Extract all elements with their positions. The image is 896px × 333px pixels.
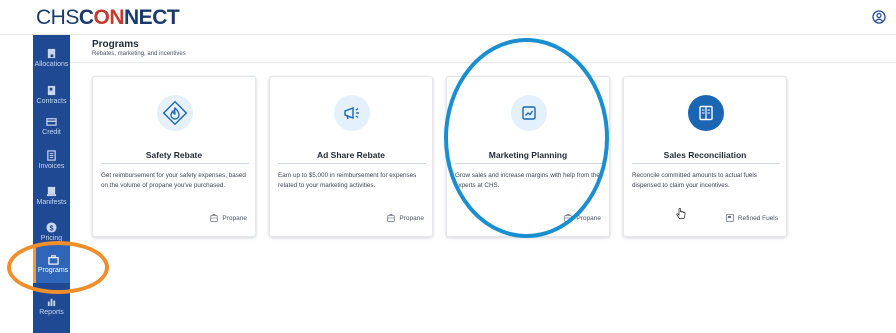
card-tag-label: Refined Fuels [737, 214, 778, 222]
svg-text:$: $ [49, 223, 53, 232]
hand-pointer-icon [676, 208, 686, 219]
card-tag-label: Propane [222, 214, 247, 222]
card-icon-badge [334, 95, 370, 131]
page-title: Programs [92, 39, 139, 50]
program-card-safety-rebate[interactable]: Safety Rebate Get reimbursement for your… [92, 76, 256, 237]
chs-connect-logo[interactable]: CHSCONNECT [36, 6, 180, 30]
fuel-tank-icon [387, 214, 396, 222]
card-tag: Propane [387, 214, 424, 222]
credit-card-icon [46, 118, 57, 126]
sidebar-item-label: Reports [39, 309, 64, 316]
card-title: Marketing Planning [488, 150, 568, 160]
dollar-icon: $ [46, 222, 57, 233]
card-description: Earn up to $5,000 in reimbursement for e… [278, 172, 417, 189]
allocations-icon [47, 48, 56, 59]
card-title: Ad Share Rebate [316, 150, 386, 160]
reports-icon [47, 298, 56, 307]
sidebar-item-label: Invoices [38, 163, 65, 170]
card-tag: Propane [210, 214, 247, 222]
card-title: Sales Reconciliation [663, 150, 747, 160]
megaphone-icon [344, 106, 359, 120]
header-divider [70, 62, 896, 63]
briefcase-icon [47, 255, 59, 265]
sidebar-item-programs[interactable]: Programs [33, 245, 70, 283]
ledger-icon [699, 105, 713, 121]
card-divider [632, 163, 780, 164]
top-bar: CHSCONNECT [0, 0, 896, 35]
flame-shield-icon [162, 100, 188, 126]
card-divider [101, 163, 249, 164]
card-tag-label: Propane [576, 214, 601, 222]
card-tag-label: Propane [399, 214, 424, 222]
invoices-icon [47, 150, 56, 161]
card-tag: Refined Fuels [726, 214, 778, 222]
program-card-sales-reconciliation[interactable]: Sales Reconciliation Reconcile committed… [623, 76, 787, 237]
sidebar-item-label: Contracts [36, 98, 67, 105]
user-account-icon[interactable] [872, 10, 886, 24]
sidebar-item-invoices[interactable]: Invoices [33, 141, 70, 179]
sidebar-item-reports[interactable]: Reports [33, 287, 70, 325]
sidebar-item-manifests[interactable]: Manifests [33, 177, 70, 215]
logo-prefix: CHS [36, 6, 79, 29]
logo-suffix: NECT [124, 6, 180, 29]
card-title: Safety Rebate [145, 150, 203, 160]
page-subtitle: Rebates, marketing, and incentives [92, 51, 186, 57]
card-divider [455, 163, 603, 164]
card-icon-badge [157, 95, 193, 131]
fuel-pump-icon [726, 214, 734, 222]
card-icon-badge [511, 95, 547, 131]
card-divider [278, 163, 426, 164]
program-card-marketing-planning[interactable]: Marketing Planning Grow sales and increa… [446, 76, 610, 237]
trend-chart-icon [522, 106, 536, 120]
card-icon-badge [688, 95, 724, 131]
sidebar-item-label: Programs [37, 267, 69, 274]
sidebar-item-label: Manifests [36, 199, 67, 206]
card-description: Reconcile committed amounts to actual fu… [632, 172, 757, 189]
page-header: Programs Rebates, marketing, and incenti… [92, 39, 186, 57]
sidebar-item-allocations[interactable]: Allocations [33, 39, 70, 77]
sidebar-nav: Allocations Contracts Credit Invoices Ma… [33, 35, 70, 333]
logo-c: C [78, 6, 94, 29]
card-tag: Propane [564, 214, 601, 222]
card-description: Grow sales and increase margins with hel… [455, 172, 600, 189]
fuel-tank-icon [564, 214, 573, 222]
fuel-tank-icon [210, 214, 219, 222]
contracts-icon [47, 85, 56, 96]
manifests-icon [46, 186, 57, 197]
sidebar-item-label: Credit [42, 129, 61, 136]
sidebar-item-label: Pricing [40, 235, 63, 242]
logo-on: ON [93, 6, 125, 29]
program-card-ad-share-rebate[interactable]: Ad Share Rebate Earn up to $5,000 in rei… [269, 76, 433, 237]
sidebar-item-label: Allocations [34, 61, 69, 68]
sidebar-item-credit[interactable]: Credit [33, 107, 70, 145]
card-description: Get reimbursement for your safety expens… [101, 172, 246, 189]
